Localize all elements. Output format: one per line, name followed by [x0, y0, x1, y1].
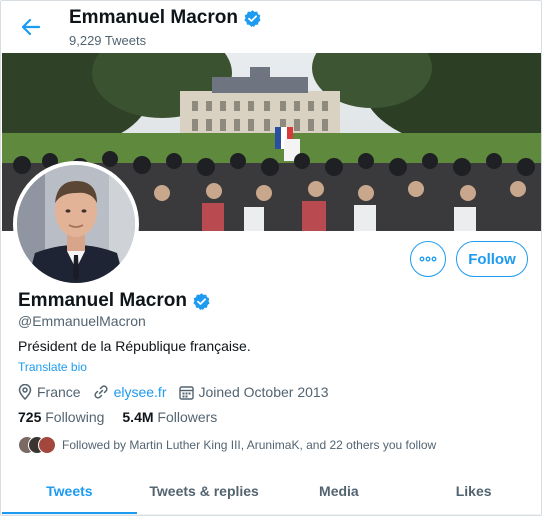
- website-link[interactable]: elysee.fr: [114, 384, 167, 400]
- followed-by-row[interactable]: Followed by Martin Luther King III, Arun…: [18, 435, 436, 455]
- header-title: Emmanuel Macron: [69, 7, 262, 29]
- link-icon: [94, 385, 108, 399]
- following-label: Following: [45, 409, 105, 425]
- translate-bio-link[interactable]: Translate bio: [18, 360, 87, 374]
- profile-bio: Président de la République française.: [18, 338, 251, 354]
- following-link[interactable]: 725 Following: [18, 409, 104, 425]
- joined-text: Joined October 2013: [198, 384, 329, 400]
- location-text: France: [37, 384, 81, 400]
- profile-name: Emmanuel Macron: [18, 290, 187, 311]
- followed-by-text: Followed by Martin Luther King III, Arun…: [62, 438, 437, 452]
- followers-count: 5.4M: [122, 409, 154, 425]
- avatar: [38, 436, 56, 454]
- more-options-button[interactable]: [410, 241, 446, 277]
- profile-name-row: Emmanuel Macron: [18, 290, 211, 312]
- followers-link[interactable]: 5.4M Followers: [122, 409, 217, 425]
- tab-media[interactable]: Media: [272, 467, 407, 514]
- profile-tabs: Tweets Tweets & replies Media Likes: [2, 467, 541, 515]
- arrow-left-icon: [22, 19, 40, 35]
- tab-label: Media: [319, 482, 359, 499]
- tab-tweets-replies[interactable]: Tweets & replies: [137, 467, 272, 514]
- avatar-photo: [17, 165, 135, 283]
- follow-stats: 725 Following 5.4M Followers: [18, 409, 217, 425]
- header-name: Emmanuel Macron: [69, 7, 238, 28]
- more-options-icon: [419, 256, 437, 262]
- tab-label: Tweets & replies: [149, 482, 259, 499]
- tab-label: Tweets: [46, 482, 93, 499]
- following-count: 725: [18, 409, 42, 425]
- tab-tweets[interactable]: Tweets: [2, 467, 137, 514]
- back-button[interactable]: [19, 15, 43, 39]
- tweet-count: 9,229 Tweets: [69, 33, 147, 48]
- location-item: France: [18, 384, 81, 400]
- calendar-icon: [178, 385, 194, 400]
- profile-meta: France elysee.fr Joined October 2013: [18, 382, 340, 402]
- tab-label: Likes: [455, 482, 492, 499]
- follow-button[interactable]: Follow: [456, 241, 528, 277]
- verified-badge-icon: [193, 292, 210, 310]
- verified-badge-icon: [244, 9, 261, 27]
- active-tab-indicator: [2, 512, 137, 514]
- profile-page: Emmanuel Macron 9,229 Tweets Follow Emma…: [0, 0, 542, 516]
- followed-by-avatars: [18, 436, 56, 454]
- top-bar: Emmanuel Macron 9,229 Tweets: [1, 1, 541, 53]
- joined-item: Joined October 2013: [178, 384, 329, 400]
- profile-avatar[interactable]: [13, 161, 139, 287]
- tab-likes[interactable]: Likes: [406, 467, 541, 514]
- profile-handle: @EmmanuelMacron: [18, 313, 146, 329]
- location-pin-icon: [18, 384, 32, 400]
- website-item: elysee.fr: [93, 384, 167, 400]
- followers-label: Followers: [157, 409, 218, 425]
